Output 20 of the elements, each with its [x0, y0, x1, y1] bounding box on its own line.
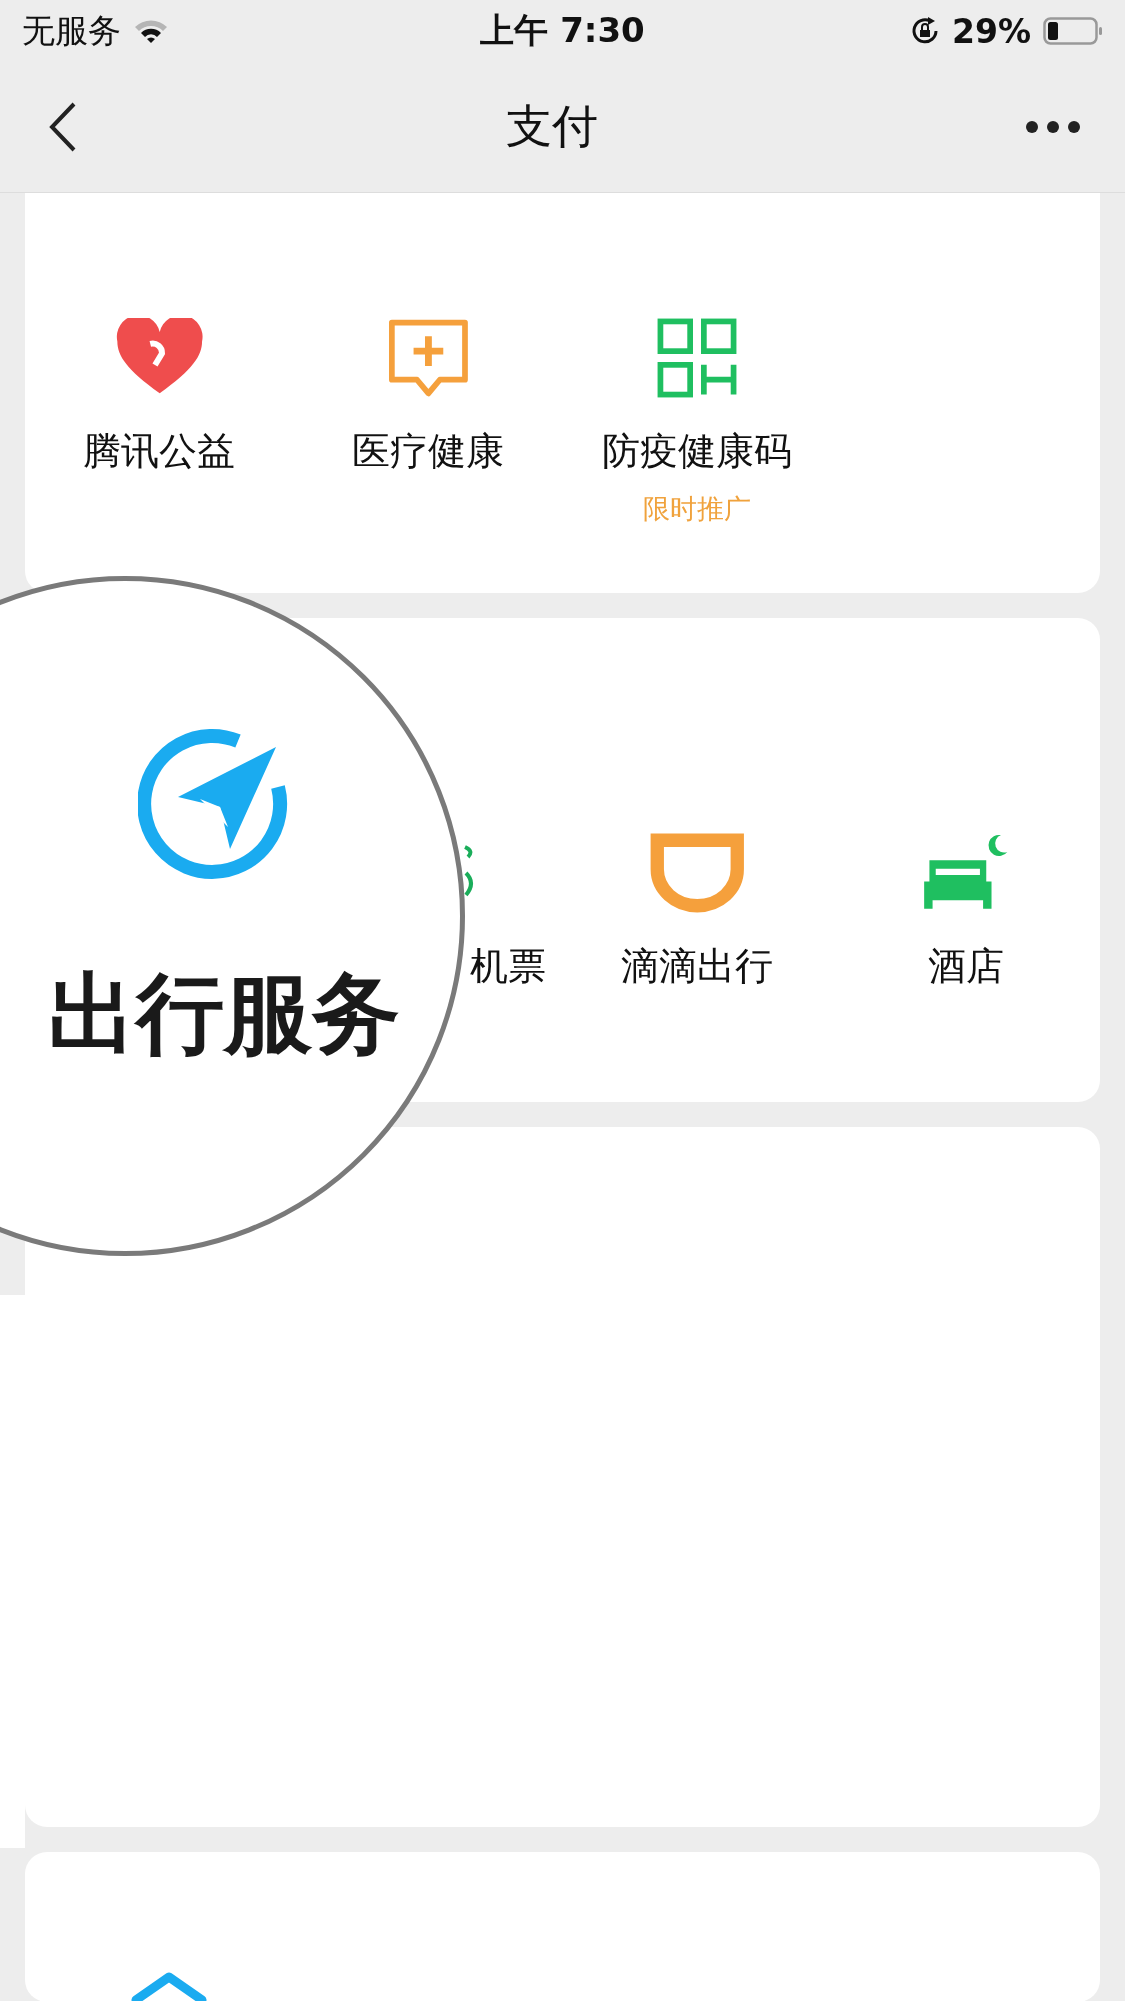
page-title: 支付 — [505, 98, 598, 155]
d-shape-icon[interactable] — [649, 833, 745, 913]
service-label[interactable]: 医疗健康 — [352, 426, 505, 477]
chevron-up-icon[interactable] — [131, 1972, 207, 2001]
qr-code-icon[interactable] — [656, 318, 737, 398]
more-icon[interactable] — [1025, 120, 1081, 134]
service-label[interactable]: 滴滴出行 — [620, 941, 773, 992]
service-label[interactable]: 机票 — [470, 941, 547, 992]
magnified-label: 出行服务 — [48, 961, 400, 1067]
carrier-text: 无服务 — [22, 9, 121, 52]
rotation-lock-icon — [910, 16, 940, 46]
battery-icon — [1043, 16, 1103, 46]
service-label[interactable]: 腾讯公益 — [83, 426, 236, 477]
service-label[interactable]: 防疫健康码 — [601, 426, 792, 477]
status-time: 上午 7:30 — [480, 9, 645, 52]
back-icon[interactable] — [48, 101, 78, 153]
service-label[interactable]: 酒店 — [927, 941, 1004, 992]
promo-tag: 限时推广 — [642, 491, 751, 527]
battery-percent: 29% — [952, 11, 1031, 51]
wifi-icon — [133, 18, 169, 44]
